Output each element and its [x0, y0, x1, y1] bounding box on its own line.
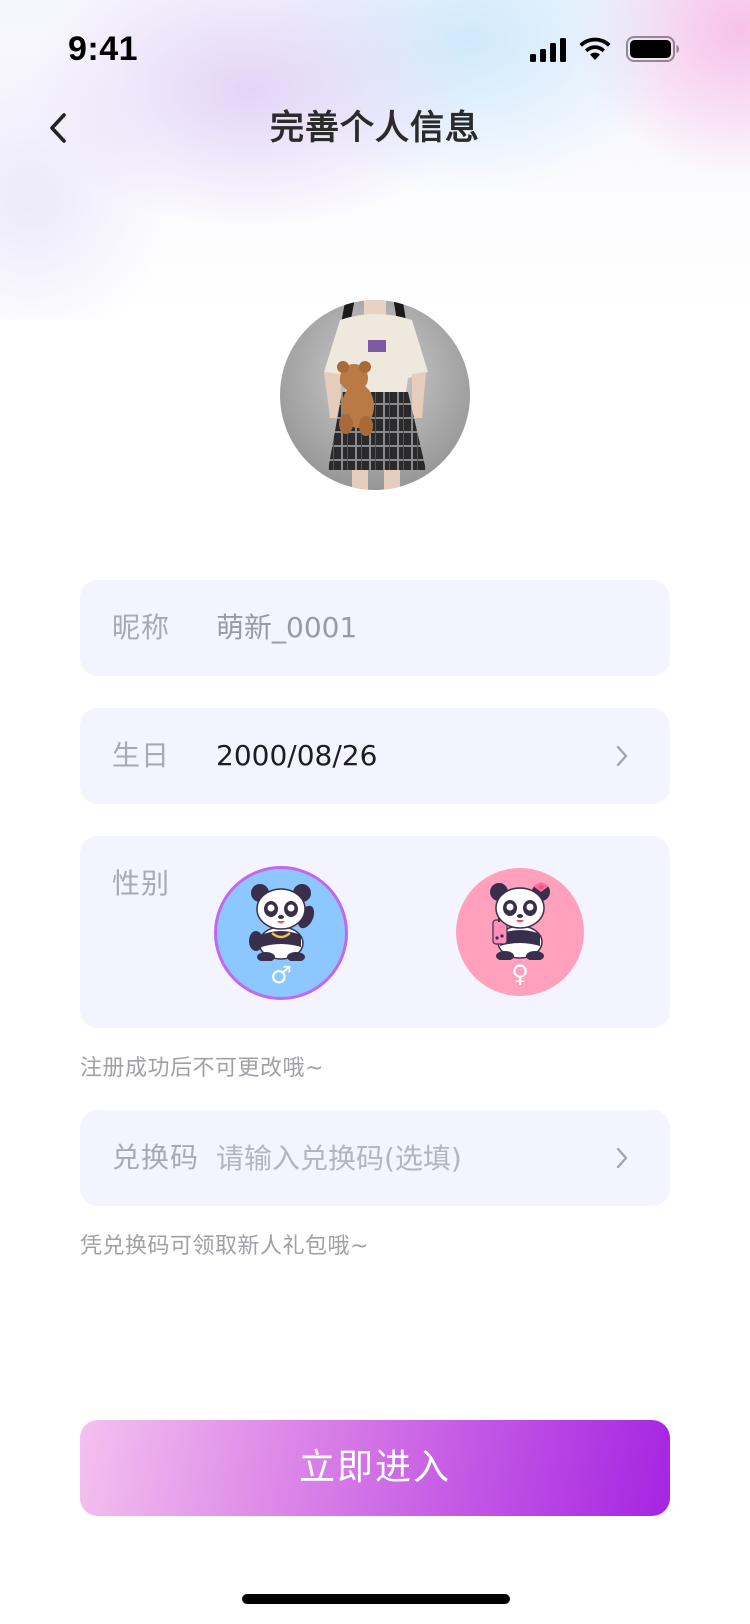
- back-button[interactable]: [36, 104, 80, 152]
- nickname-field[interactable]: 昵称 萌新_0001: [80, 580, 670, 676]
- status-bar: 9:41: [0, 0, 750, 100]
- home-indicator: [242, 1594, 510, 1604]
- cellular-signal-icon: [530, 38, 566, 62]
- birthday-label: 生日: [112, 739, 171, 772]
- enter-now-button[interactable]: 立即进入: [80, 1420, 670, 1516]
- gender-field: 性别 ♂ ♀: [80, 836, 670, 1028]
- battery-icon: [626, 36, 679, 62]
- avatar[interactable]: [280, 300, 470, 490]
- gender-label: 性别: [112, 867, 171, 900]
- complete-profile-screen: 9:41 完善个人信息 昵称 萌新_0001 生日 2000/08/26 性别 …: [0, 0, 750, 1624]
- page-title: 完善个人信息: [270, 108, 480, 148]
- nickname-label: 昵称: [112, 611, 171, 644]
- gender-hint: 注册成功后不可更改哦~: [80, 1056, 324, 1081]
- status-time: 9:41: [68, 30, 139, 68]
- birthday-field[interactable]: 生日 2000/08/26: [80, 708, 670, 804]
- panda-boy-icon: [249, 884, 315, 961]
- female-symbol: ♀: [511, 960, 529, 988]
- chevron-left-icon: [50, 113, 66, 143]
- redeem-code-label: 兑换码: [112, 1141, 200, 1174]
- panda-girl-icon: [490, 882, 550, 960]
- gender-male-option[interactable]: ♂: [214, 866, 348, 1000]
- chevron-right-icon: [616, 745, 628, 767]
- redeem-code-input[interactable]: [216, 1110, 596, 1206]
- male-symbol: ♂: [270, 961, 292, 989]
- nickname-value[interactable]: 萌新_0001: [216, 580, 357, 676]
- redeem-code-field[interactable]: 兑换码: [80, 1110, 670, 1206]
- birthday-value[interactable]: 2000/08/26: [216, 708, 377, 804]
- redeem-code-hint: 凭兑换码可领取新人礼包哦~: [80, 1234, 369, 1259]
- gender-female-option[interactable]: ♀: [456, 868, 584, 996]
- avatar-photo: [280, 300, 470, 490]
- wifi-icon: [579, 37, 611, 60]
- chevron-right-icon: [616, 1147, 628, 1169]
